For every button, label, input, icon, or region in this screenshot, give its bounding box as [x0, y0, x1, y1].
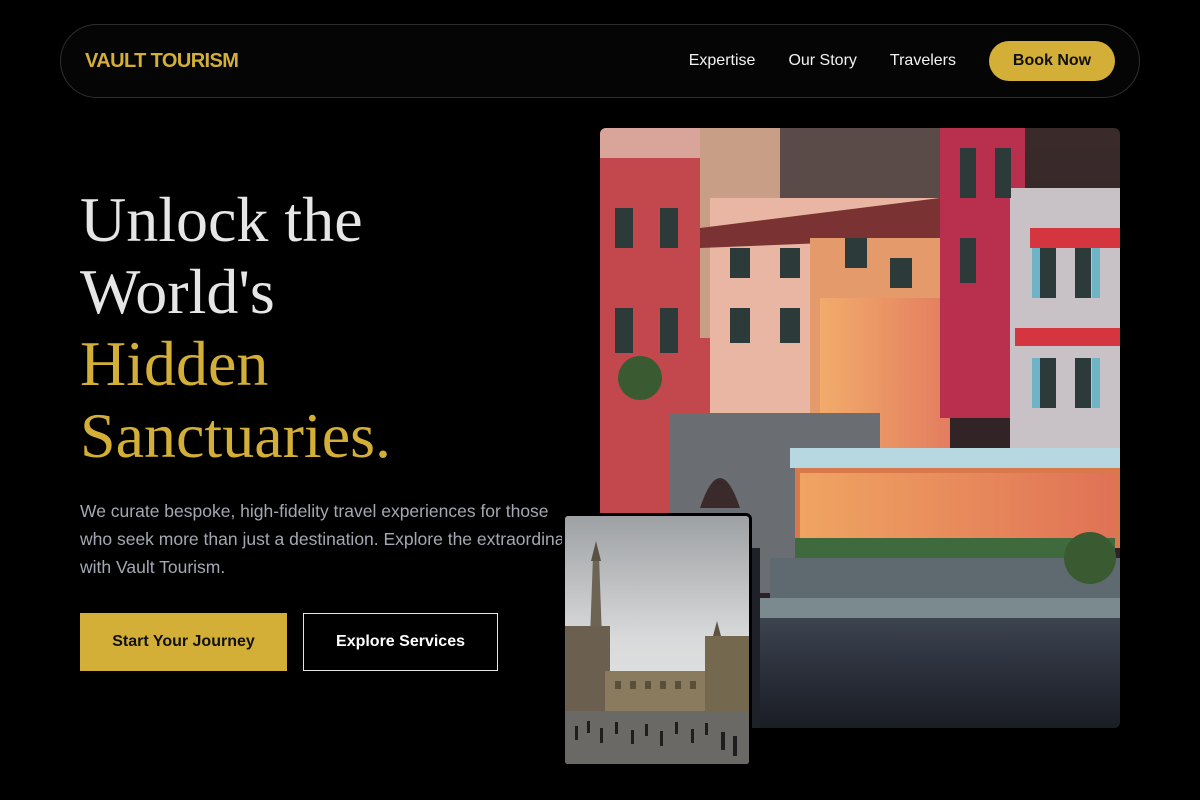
nav-link-our-story[interactable]: Our Story — [788, 52, 856, 70]
nav-link-travelers[interactable]: Travelers — [890, 52, 956, 70]
hero-description: We curate bespoke, high-fidelity travel … — [80, 501, 580, 577]
brand-logo[interactable]: VAULT TOURISM — [85, 50, 239, 73]
headline-line-2: World's — [80, 256, 275, 327]
start-journey-button[interactable]: Start Your Journey — [80, 613, 287, 671]
secondary-destination-image — [562, 513, 752, 767]
headline-line-4: Sanctuaries. — [80, 400, 391, 471]
hero-headline: Unlock the World's Hidden Sanctuaries. — [80, 184, 391, 472]
headline-line-1: Unlock the — [80, 184, 363, 255]
explore-services-button[interactable]: Explore Services — [303, 613, 498, 671]
top-navigation: VAULT TOURISM Expertise Our Story Travel… — [60, 24, 1140, 98]
book-now-button[interactable]: Book Now — [989, 41, 1115, 81]
nav-links: Expertise Our Story Travelers Book Now — [689, 41, 1115, 81]
headline-line-3: Hidden — [80, 328, 269, 399]
nav-link-expertise[interactable]: Expertise — [689, 52, 756, 70]
